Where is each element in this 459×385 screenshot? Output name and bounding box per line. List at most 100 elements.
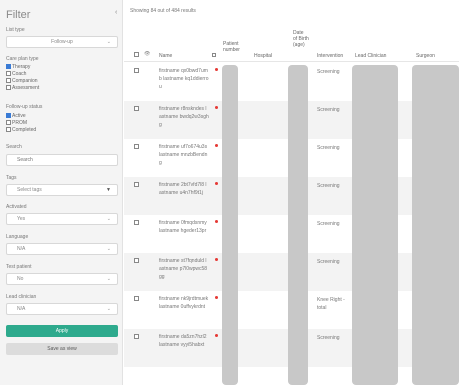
eye-icon[interactable]: 👁 [144, 51, 150, 57]
select-all-checkbox[interactable] [134, 52, 139, 57]
activated-label: Activated [6, 204, 27, 210]
patient-name[interactable]: firstname st7fqnduld lastname p7l0wpwc58… [159, 257, 209, 281]
lead-clinician-label: Lead clinician [6, 294, 37, 300]
patients-table: 👁 Name Patient number Hospital Date of B… [124, 24, 459, 385]
option-label: Coach [12, 70, 27, 77]
list-type-value: Follow-up [51, 39, 73, 45]
status-dot-icon [215, 106, 218, 109]
row-checkbox[interactable] [134, 220, 139, 225]
column-date-of-birth[interactable]: Date of Birth (age) [293, 30, 309, 48]
chevron-left-icon[interactable]: ‹ [115, 9, 117, 16]
checkbox[interactable] [6, 71, 11, 76]
test-patient-value: No [17, 276, 24, 282]
intervention-value: Knee Right - total [317, 297, 345, 311]
column-surgeon[interactable]: Surgeon [416, 53, 435, 59]
patient-name[interactable]: firstname qx0bwd7umb lastname kq1ddierro… [159, 67, 209, 91]
intervention-value: Screening [317, 221, 340, 227]
intervention-value: Screening [317, 145, 340, 151]
filter-title: Filter [6, 9, 31, 21]
intervention-value: Screening [317, 259, 340, 265]
redacted-patient-number-column [222, 65, 238, 385]
checkbox[interactable] [6, 85, 11, 90]
checkbox[interactable] [6, 78, 11, 83]
apply-button[interactable]: Apply [6, 325, 118, 337]
row-checkbox[interactable] [134, 182, 139, 187]
redacted-lead-clinician-column [352, 65, 398, 385]
intervention-value: Screening [317, 69, 340, 75]
patient-name[interactable]: firstname 0fmqdsnmy lastname hgeder13pr [159, 219, 209, 235]
option-label: Assessment [12, 84, 40, 91]
column-intervention[interactable]: Intervention [317, 53, 343, 59]
patient-name[interactable]: firstname nk9jrdtmuek lastname 0uffvykrd… [159, 295, 209, 311]
row-checkbox[interactable] [134, 106, 139, 111]
chevron-down-icon: ⌄ [106, 216, 111, 222]
test-patient-select[interactable]: No ⌄ [6, 273, 118, 285]
lead-clinician-value: N/A [17, 306, 26, 312]
column-patient-number[interactable]: Patient number [223, 41, 247, 53]
language-value: N/A [17, 246, 26, 252]
patient-name[interactable]: firstname r8nskndes lastname bwdq2w3sghg [159, 105, 209, 129]
language-label: Language [6, 234, 29, 240]
option-label: Therapy [12, 63, 31, 70]
status-dot-icon [215, 68, 218, 71]
status-option-completed[interactable]: Completed [6, 126, 36, 133]
patient-name[interactable]: firstname uf7o674u3s lastname mnzbBendng [159, 143, 209, 167]
table-header: 👁 Name Patient number Hospital Date of B… [124, 24, 459, 62]
list-type-select[interactable]: Follow-up ⌄ [6, 36, 118, 48]
sort-toggle[interactable] [212, 53, 216, 57]
redacted-date-of-birth-column [288, 65, 308, 385]
status-option-active[interactable]: Active [6, 112, 26, 119]
search-input[interactable] [6, 154, 118, 166]
status-dot-icon [215, 220, 218, 223]
row-checkbox[interactable] [134, 258, 139, 263]
status-dot-icon [215, 334, 218, 337]
column-hospital[interactable]: Hospital [254, 53, 272, 59]
lead-clinician-select[interactable]: N/A ⌄ [6, 303, 118, 315]
care-plan-option-therapy[interactable]: Therapy [6, 63, 30, 70]
patient-name[interactable]: firstname da5zn7hzl2 lastname vyyi5habxt [159, 333, 209, 349]
intervention-value: Screening [317, 335, 340, 341]
care-plan-type-label: Care plan type [6, 56, 39, 62]
checkbox-checked[interactable] [6, 64, 11, 69]
language-select[interactable]: N/A ⌄ [6, 243, 118, 255]
column-lead-clinician[interactable]: Lead Clinician [355, 53, 386, 59]
option-label: Completed [12, 126, 37, 133]
tags-value: Select tags [17, 187, 42, 193]
results-count: Showing 84 out of 484 results [130, 8, 196, 14]
care-plan-option-coach[interactable]: Coach [6, 70, 26, 77]
intervention-value: Screening [317, 183, 340, 189]
option-label: Active [12, 112, 26, 119]
option-label: Companion [12, 77, 38, 84]
row-checkbox[interactable] [134, 68, 139, 73]
column-name[interactable]: Name [159, 53, 172, 59]
chevron-down-icon: ⌄ [106, 276, 111, 282]
caret-down-icon: ▼ [106, 187, 111, 193]
tags-label: Tags [6, 175, 17, 181]
chevron-down-icon: ⌄ [106, 306, 111, 312]
search-label: Search [6, 144, 22, 150]
activated-value: Yes [17, 216, 26, 222]
care-plan-option-assessment[interactable]: Assessment [6, 84, 39, 91]
status-dot-icon [215, 258, 218, 261]
redacted-surgeon-column [412, 65, 459, 385]
checkbox[interactable] [6, 127, 11, 132]
status-dot-icon [215, 296, 218, 299]
tags-select[interactable]: Select tags ▼ [6, 184, 118, 196]
filter-sidebar: Filter ‹ List type Follow-up ⌄ Care plan… [0, 0, 123, 385]
checkbox-checked[interactable] [6, 113, 11, 118]
save-as-view-button[interactable]: Save as view [6, 343, 118, 355]
row-checkbox[interactable] [134, 334, 139, 339]
list-type-label: List type [6, 27, 25, 33]
activated-select[interactable]: Yes ⌄ [6, 213, 118, 225]
patient-name[interactable]: firstname 2bt7vfd7l8 lastname u4n7hf9t1j [159, 181, 209, 197]
intervention-value: Screening [317, 107, 340, 113]
row-checkbox[interactable] [134, 296, 139, 301]
status-dot-icon [215, 182, 218, 185]
checkbox[interactable] [6, 120, 11, 125]
follow-up-status-label: Follow-up status [6, 104, 43, 110]
chevron-down-icon: ⌄ [106, 39, 111, 45]
care-plan-option-companion[interactable]: Companion [6, 77, 38, 84]
chevron-down-icon: ⌄ [106, 246, 111, 252]
status-option-prom[interactable]: PROM [6, 119, 27, 126]
row-checkbox[interactable] [134, 144, 139, 149]
